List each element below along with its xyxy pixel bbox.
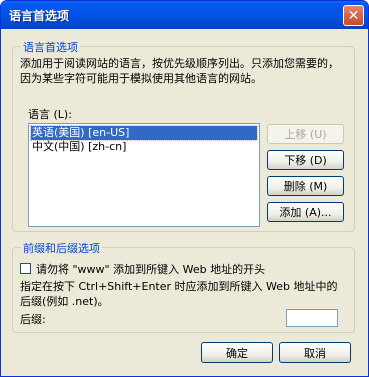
prefix-suffix-group: 前缀和后缀选项 请勿将 "www" 添加到所键入 Web 地址的开头 指定在按下… bbox=[12, 240, 355, 333]
language-item-zh-cn[interactable]: 中文(中国) [zh-cn] bbox=[31, 140, 257, 154]
language-preferences-group: 语言首选项 添加用于阅读网站的语言，按优先级顺序列出。只添加您需要的，因为某些字… bbox=[12, 39, 355, 232]
no-www-checkbox-label[interactable]: 请勿将 "www" 添加到所键入 Web 地址的开头 bbox=[36, 261, 265, 277]
window-title: 语言首选项 bbox=[9, 9, 70, 23]
title-bar[interactable]: 语言首选项 ✕ bbox=[1, 1, 368, 29]
no-www-checkbox[interactable] bbox=[20, 263, 31, 274]
language-group-title: 语言首选项 bbox=[21, 39, 80, 55]
prefix-group-title: 前缀和后缀选项 bbox=[21, 240, 102, 256]
remove-button[interactable]: 删除 (M) bbox=[267, 176, 344, 196]
add-button[interactable]: 添加 (A)... bbox=[267, 202, 344, 222]
cancel-button[interactable]: 取消 bbox=[279, 342, 351, 363]
language-list[interactable]: 英语(美国) [en-US] 中文(中国) [zh-cn] bbox=[28, 123, 260, 227]
language-preferences-dialog: 语言首选项 ✕ 语言首选项 添加用于阅读网站的语言，按优先级顺序列出。只添加您需… bbox=[0, 0, 369, 377]
ok-button[interactable]: 确定 bbox=[201, 342, 273, 363]
suffix-description: 指定在按下 Ctrl+Shift+Enter 时应添加到所键入 Web 地址中的… bbox=[20, 280, 338, 308]
close-button[interactable]: ✕ bbox=[343, 5, 364, 26]
language-list-label: 语言 (L): bbox=[28, 108, 72, 121]
move-up-button[interactable]: 上移 (U) bbox=[267, 124, 344, 144]
language-item-en-us[interactable]: 英语(美国) [en-US] bbox=[30, 125, 258, 141]
suffix-label: 后缀: bbox=[20, 313, 46, 326]
move-down-button[interactable]: 下移 (D) bbox=[267, 150, 344, 170]
suffix-input[interactable] bbox=[286, 309, 338, 327]
language-description: 添加用于阅读网站的语言，按优先级顺序列出。只添加您需要的，因为某些字符可能用于模… bbox=[20, 57, 339, 85]
close-icon: ✕ bbox=[347, 7, 360, 24]
